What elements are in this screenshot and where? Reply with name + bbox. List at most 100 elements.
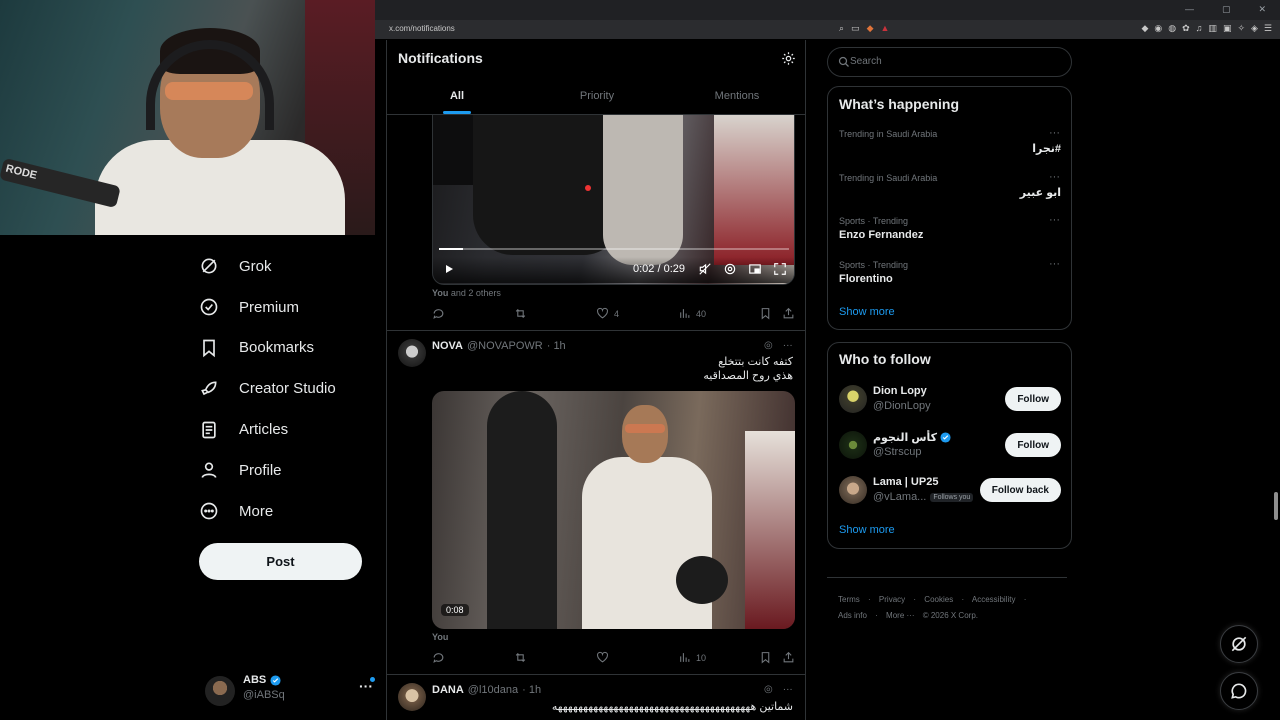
shield-icon[interactable]: ◆	[867, 23, 874, 34]
show-more-link[interactable]: Show more	[839, 306, 895, 318]
avatar[interactable]	[839, 385, 867, 413]
tweet-author-name[interactable]: NOVA	[432, 340, 463, 352]
avatar[interactable]	[839, 431, 867, 459]
sidebar-item-profile[interactable]: Profile	[199, 450, 379, 491]
liked-by-others[interactable]: and 2 others	[451, 288, 501, 298]
footer-link-cookies[interactable]: Cookies	[924, 595, 953, 604]
footer-link-accessibility[interactable]: Accessibility	[972, 595, 1016, 604]
avatar[interactable]	[205, 676, 235, 706]
fullscreen-icon[interactable]	[773, 262, 787, 276]
follow-suggestion[interactable]: Dion Lopy @DionLopy Follow	[839, 383, 1061, 419]
tweet-author-handle[interactable]: @NOVAPOWR	[467, 340, 543, 352]
close-icon[interactable]: ✕	[1258, 4, 1266, 15]
more-icon[interactable]: ···	[1049, 171, 1060, 183]
music-icon[interactable]: ♫	[1196, 23, 1203, 34]
sidebar-icon[interactable]: ▥	[1208, 23, 1217, 34]
footer-link-ads-info[interactable]: Ads info	[838, 611, 867, 620]
messages-fab-button[interactable]	[1220, 672, 1258, 710]
minimize-icon[interactable]: —	[1185, 4, 1194, 15]
more-icon[interactable]: ···	[783, 340, 793, 351]
show-more-link[interactable]: Show more	[839, 524, 895, 536]
grok-icon[interactable]: ◎	[764, 340, 773, 351]
tweet-author-name[interactable]: DANA	[432, 684, 464, 696]
reply-button[interactable]	[432, 651, 445, 664]
extension-icon[interactable]: ✿	[1182, 23, 1190, 34]
liked-by-you[interactable]: You	[432, 288, 448, 298]
avatar[interactable]	[839, 476, 867, 504]
search-input[interactable]: Search	[827, 47, 1072, 77]
avatar[interactable]	[398, 683, 426, 711]
trend-item[interactable]: Trending in Saudi Arabia ابو عبير ···	[839, 171, 1061, 209]
url-text[interactable]: x.com/notifications	[389, 24, 455, 33]
sidebar-item-bookmarks[interactable]: Bookmarks	[199, 328, 379, 369]
grok-fab-button[interactable]	[1220, 625, 1258, 663]
menu-icon[interactable]: ☰	[1264, 23, 1272, 34]
trend-item[interactable]: Sports · Trending Florentino ···	[839, 258, 1061, 296]
sidebar-item-creator-studio[interactable]: Creator Studio	[199, 368, 379, 409]
footer-link-privacy[interactable]: Privacy	[879, 595, 905, 604]
post-button[interactable]: Post	[199, 543, 362, 580]
more-icon[interactable]: ···	[1049, 214, 1060, 226]
alert-icon[interactable]: ▲	[880, 23, 889, 34]
footer-link-terms[interactable]: Terms	[838, 595, 860, 604]
more-icon[interactable]: ···	[783, 684, 793, 695]
views-button[interactable]: 10	[678, 651, 706, 664]
tweet-time[interactable]: · 1h	[522, 684, 541, 696]
play-icon[interactable]	[443, 263, 455, 275]
screen-icon[interactable]: ▭	[851, 23, 860, 34]
trend-item[interactable]: Trending in Saudi Arabia #نجرا ···	[839, 127, 1061, 165]
grok-icon[interactable]: ◎	[764, 684, 773, 695]
follow-suggestion[interactable]: Lama | UP25 @vLama... Follows you Follow…	[839, 474, 1061, 510]
extension-icon[interactable]: ✧	[1237, 23, 1245, 34]
extension-icon[interactable]: ◉	[1154, 23, 1162, 34]
repost-button[interactable]	[514, 651, 527, 664]
follow-back-button[interactable]: Follow back	[979, 478, 1061, 502]
follow-button[interactable]: Follow	[1005, 387, 1061, 411]
tab-all[interactable]: All	[387, 78, 527, 114]
wallet-icon[interactable]: ▣	[1223, 23, 1232, 34]
tweet-time[interactable]: · 1h	[547, 340, 566, 352]
extension-icon[interactable]: ◍	[1168, 23, 1176, 34]
profile-icon	[199, 460, 239, 480]
follow-button[interactable]: Follow	[1005, 433, 1061, 457]
follow-suggestion[interactable]: كأس النجوم @Strscup Follow	[839, 429, 1061, 465]
zoom-icon[interactable]: ⌕	[839, 23, 844, 34]
extension-icon[interactable]: ◆	[1141, 23, 1148, 34]
sidebar-item-articles[interactable]: Articles	[199, 409, 379, 450]
video-player[interactable]: 0:08	[432, 391, 795, 629]
avatar[interactable]	[398, 339, 426, 367]
share-button[interactable]	[782, 307, 795, 320]
bookmark-button[interactable]	[759, 651, 772, 664]
sidebar-item-grok[interactable]: Grok	[199, 246, 379, 287]
bookmark-button[interactable]	[759, 307, 772, 320]
trend-item[interactable]: Sports · Trending Enzo Fernandez ···	[839, 214, 1061, 252]
sidebar-item-more[interactable]: More	[199, 491, 379, 532]
like-button[interactable]: 4	[596, 307, 619, 320]
liked-by-you[interactable]: You	[432, 632, 448, 642]
sidebar-item-premium[interactable]: Premium	[199, 287, 379, 328]
views-button[interactable]: 40	[678, 307, 706, 320]
share-button[interactable]	[782, 651, 795, 664]
more-icon[interactable]: ···	[1049, 127, 1060, 139]
video-progress-bar[interactable]	[439, 248, 789, 250]
tweet-author-handle[interactable]: @l10dana	[468, 684, 518, 696]
footer-link-more[interactable]: More ···	[886, 611, 914, 620]
more-icon[interactable]: ···	[1049, 258, 1060, 270]
tab-priority[interactable]: Priority	[527, 78, 667, 114]
reply-button[interactable]	[432, 307, 445, 320]
account-name-row: ABS	[243, 674, 281, 686]
settings-icon[interactable]	[723, 262, 737, 276]
repost-button[interactable]	[514, 307, 527, 320]
address-bar[interactable]: x.com/notifications ⌕ ▭ ◆ ▲ ◆ ◉ ◍ ✿ ♫ ▥ …	[375, 20, 1280, 39]
mute-icon[interactable]	[698, 262, 712, 276]
scrollbar-thumb[interactable]	[1274, 492, 1278, 520]
vpn-icon[interactable]: ◈	[1251, 23, 1258, 34]
pip-icon[interactable]	[748, 262, 762, 276]
maximize-icon[interactable]: ▢	[1222, 4, 1231, 15]
gear-icon[interactable]	[781, 51, 796, 66]
like-button[interactable]	[596, 651, 609, 664]
video-progress-fill	[439, 248, 464, 250]
tab-mentions[interactable]: Mentions	[667, 78, 805, 114]
video-player[interactable]: 0:02 / 0:29	[432, 115, 795, 285]
account-switcher[interactable]: ABS @iABSq ···	[205, 672, 375, 708]
